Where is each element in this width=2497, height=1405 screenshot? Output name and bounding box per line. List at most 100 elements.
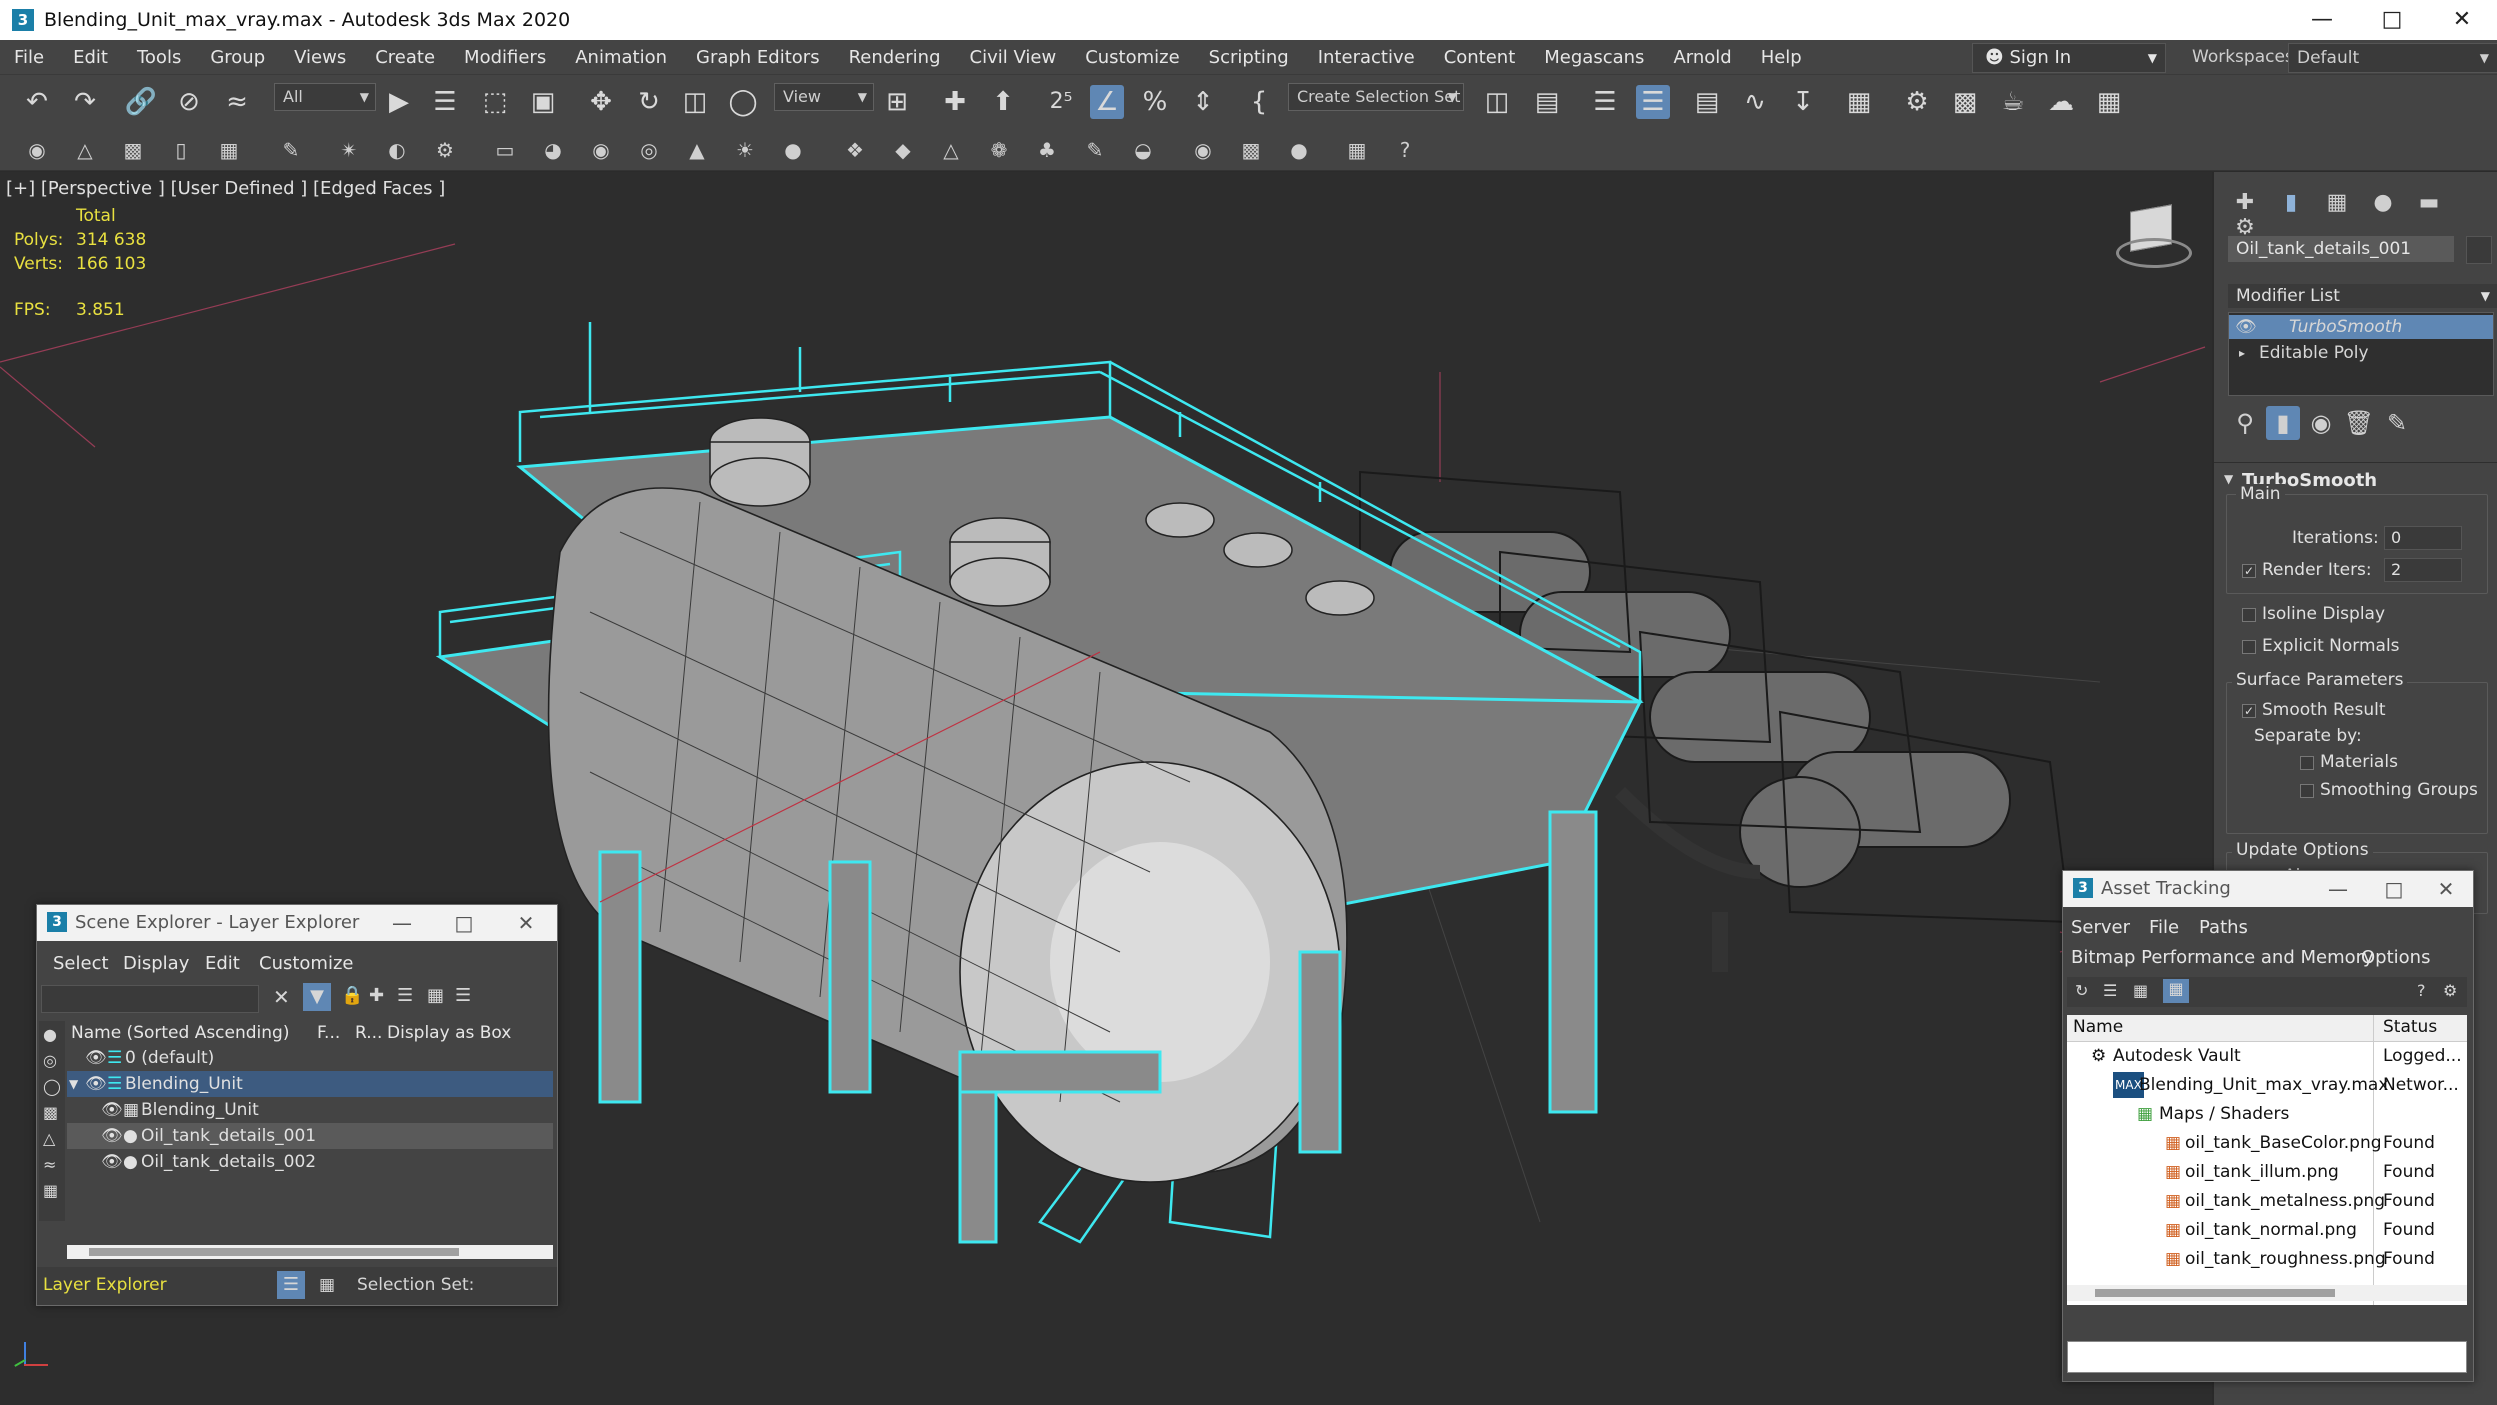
scale-icon[interactable]: ◫ [678, 85, 712, 119]
bind-space-warp-icon[interactable]: ≈ [220, 85, 254, 119]
torus-icon[interactable]: ◎ [636, 137, 662, 163]
minimize-icon[interactable]: — [2315, 871, 2361, 907]
render-network-icon[interactable]: ▦ [2092, 85, 2126, 119]
display-groups-icon[interactable]: ▦ [43, 1181, 58, 1200]
configure-modifier-sets-icon[interactable]: ✎ [2380, 406, 2414, 440]
menu-group[interactable]: Group [196, 47, 280, 68]
frame-buffer-icon[interactable]: ▦ [1344, 137, 1370, 163]
asset-column-status[interactable]: Status [2383, 1017, 2437, 1037]
workspace-select[interactable]: Default ▼ [2288, 43, 2497, 73]
show-end-result-icon[interactable]: ▮ [2266, 406, 2300, 440]
menu-interactive[interactable]: Interactive [1304, 47, 1430, 68]
menu-file[interactable]: File [0, 47, 59, 68]
asset-menu-bitmap-performance[interactable]: Bitmap Performance and Memory [2071, 947, 2374, 968]
shape-icon[interactable]: △ [72, 137, 98, 163]
pin-stack-icon[interactable]: ⚲ [2228, 406, 2262, 440]
spinner-snap-icon[interactable]: ⇕ [1186, 85, 1220, 119]
smoothing-groups-checkbox[interactable] [2300, 784, 2314, 798]
scene-menu-edit[interactable]: Edit [205, 953, 240, 974]
maximize-icon[interactable]: □ [2357, 0, 2427, 40]
modifier-list-dropdown[interactable]: Modifier List ▼ [2228, 284, 2497, 308]
texture-icon[interactable]: ◒ [1130, 137, 1156, 163]
plane-icon[interactable]: ▭ [492, 137, 518, 163]
maximize-icon[interactable]: □ [441, 905, 487, 941]
volume-icon[interactable]: ❁ [986, 137, 1012, 163]
collapse-icon[interactable]: ▼ [69, 1071, 78, 1097]
toggle-layer-explorer-icon[interactable]: ☰ [1636, 85, 1670, 119]
undo-icon[interactable]: ↶ [20, 85, 54, 119]
globe-icon[interactable]: ◉ [1190, 137, 1216, 163]
proxy-icon[interactable]: ◆ [890, 137, 916, 163]
eye-icon[interactable]: 👁 [101, 1149, 123, 1175]
asset-horizontal-scrollbar[interactable] [2067, 1285, 2467, 1301]
add-to-layer-icon[interactable]: ☰ [397, 985, 413, 1006]
materials-checkbox[interactable] [2300, 756, 2314, 770]
unlink-icon[interactable]: ⊘ [172, 85, 206, 119]
redo-icon[interactable]: ↷ [68, 85, 102, 119]
maximize-icon[interactable]: □ [2371, 871, 2417, 907]
menu-edit[interactable]: Edit [59, 47, 123, 68]
eye-icon[interactable]: 👁 [101, 1123, 123, 1149]
scene-search-input[interactable] [41, 985, 259, 1013]
layers-icon[interactable]: ▩ [1238, 137, 1264, 163]
close-icon[interactable]: ✕ [2423, 871, 2469, 907]
help-icon[interactable]: ? [1392, 137, 1418, 163]
minimize-icon[interactable]: — [2287, 0, 2357, 40]
make-unique-icon[interactable]: ◉ [2304, 406, 2338, 440]
asset-menu-file[interactable]: File [2149, 917, 2179, 938]
lock-icon[interactable]: 🔒 [341, 985, 363, 1006]
mirror-icon[interactable]: ◫ [1480, 85, 1514, 119]
layers-icon[interactable]: ☰ [455, 985, 471, 1006]
layer-row[interactable]: ▼ 👁 ☰ Blending_Unit [67, 1071, 553, 1097]
rotate-icon[interactable]: ↻ [632, 85, 666, 119]
menu-tools[interactable]: Tools [123, 47, 196, 68]
stack-item-turbosmooth[interactable]: 👁 TurboSmooth [2229, 315, 2493, 339]
layer-row[interactable]: 👁 ☰ 0 (default) [67, 1045, 553, 1071]
filter-icon[interactable]: ▼ [303, 983, 331, 1011]
list-icon[interactable]: ☰ [2103, 981, 2117, 1000]
menu-megascans[interactable]: Megascans [1530, 47, 1659, 68]
selection-filter-dropdown[interactable]: All ▼ [274, 83, 376, 111]
sun-icon[interactable]: ☀ [732, 137, 758, 163]
chevron-right-icon[interactable]: ▸ [2239, 341, 2245, 365]
render-iters-spinner[interactable]: 2 [2384, 558, 2462, 582]
column-freeze-header[interactable]: F... [317, 1023, 340, 1043]
select-by-name-icon[interactable]: ☰ [428, 85, 462, 119]
remove-modifier-icon[interactable]: 🗑 [2342, 406, 2376, 440]
close-icon[interactable]: ✕ [2427, 0, 2497, 40]
object-name-field[interactable]: Oil_tank_details_001 [2228, 236, 2454, 262]
sphere-icon[interactable]: ◉ [588, 137, 614, 163]
window-crossing-icon[interactable]: ▣ [526, 85, 560, 119]
scene-menu-customize[interactable]: Customize [259, 953, 353, 974]
clear-search-icon[interactable]: ✕ [273, 985, 290, 1009]
eye-icon[interactable]: 👁 [101, 1097, 123, 1123]
rectangular-selection-icon[interactable]: ⬚ [478, 85, 512, 119]
asset-row[interactable]: ▦ Maps / Shaders [2067, 1101, 2467, 1127]
paint-icon[interactable]: ✎ [278, 137, 304, 163]
hierarchy-tab-icon[interactable]: ▦ [2314, 190, 2360, 215]
asset-menu-options[interactable]: Options [2361, 947, 2430, 968]
refresh-icon[interactable]: ↻ [2075, 981, 2088, 1000]
link-icon[interactable]: 🔗 [124, 85, 158, 119]
eye-icon[interactable]: 👁 [2235, 315, 2257, 339]
scene-menu-display[interactable]: Display [123, 953, 189, 974]
viewcube-icon[interactable] [2116, 204, 2192, 268]
render-in-cloud-icon[interactable]: ☁ [2044, 85, 2078, 119]
asset-menu-server[interactable]: Server [2071, 917, 2130, 938]
display-cameras-icon[interactable]: ▩ [43, 1103, 58, 1122]
place-icon[interactable]: ◯ [726, 85, 760, 119]
mesh-icon[interactable]: △ [938, 137, 964, 163]
display-geometry-icon[interactable]: ● [43, 1025, 57, 1044]
menu-graph-editors[interactable]: Graph Editors [682, 47, 835, 68]
menu-arnold[interactable]: Arnold [1659, 47, 1746, 68]
isoline-display-checkbox[interactable] [2242, 608, 2256, 622]
align-icon[interactable]: ▤ [1530, 85, 1564, 119]
select-manipulate-icon[interactable]: ✚ [938, 85, 972, 119]
fur-icon[interactable]: ❖ [842, 137, 868, 163]
smooth-result-checkbox[interactable]: ✓ [2242, 704, 2256, 718]
column-render-header[interactable]: R... [355, 1023, 382, 1043]
material-editor-icon[interactable]: ▦ [1842, 85, 1876, 119]
dome-icon[interactable]: ◕ [540, 137, 566, 163]
settings-icon[interactable]: ⚙ [2443, 981, 2457, 1000]
menu-scripting[interactable]: Scripting [1195, 47, 1304, 68]
